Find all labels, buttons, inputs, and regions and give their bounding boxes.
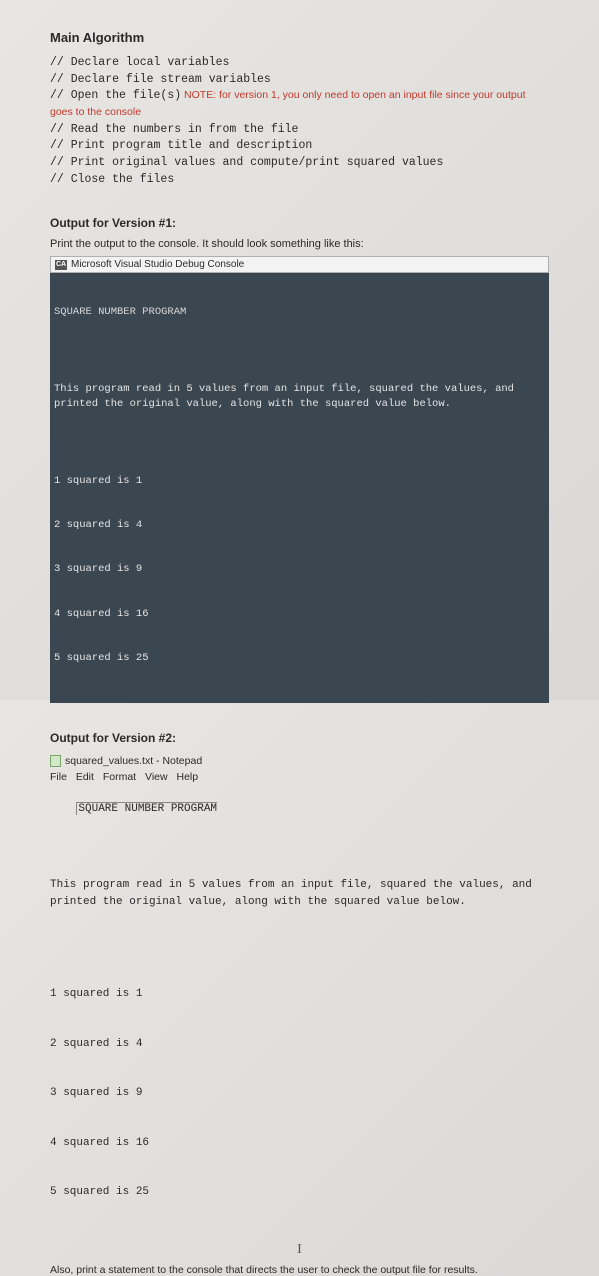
- comment-line: // Print original values and compute/pri…: [50, 155, 549, 172]
- output-line: 3 squared is 9: [50, 1085, 549, 1102]
- notepad-title: squared_values.txt - Notepad: [65, 755, 202, 767]
- v2-heading: Output for Version #2:: [50, 731, 549, 745]
- output-line: 4 squared is 16: [54, 607, 545, 622]
- output-line: 2 squared is 4: [54, 518, 545, 533]
- comment-line: // Print program title and description: [50, 138, 549, 155]
- notepad-icon: [50, 755, 61, 767]
- text-cursor: I: [50, 1242, 549, 1258]
- program-title: SQUARE NUMBER PROGRAM: [54, 305, 545, 320]
- output-line: 4 squared is 16: [50, 1135, 549, 1152]
- comment-line: // Close the files: [50, 172, 549, 189]
- algorithm-comments: // Declare local variables // Declare fi…: [50, 55, 549, 188]
- console-title: Microsoft Visual Studio Debug Console: [71, 259, 244, 270]
- console-titlebar: CA Microsoft Visual Studio Debug Console: [50, 256, 549, 273]
- console-output: SQUARE NUMBER PROGRAM This program read …: [50, 273, 549, 702]
- output-line: 1 squared is 1: [54, 474, 545, 489]
- comment-line: // Open the file(s) NOTE: for version 1,…: [50, 88, 549, 121]
- v1-heading: Output for Version #1:: [50, 216, 549, 230]
- main-heading: Main Algorithm: [50, 30, 549, 45]
- vs-icon: CA: [55, 260, 67, 270]
- output-line: 5 squared is 25: [50, 1184, 549, 1201]
- comment-line: // Declare file stream variables: [50, 72, 549, 89]
- program-title: SQUARE NUMBER PROGRAM: [76, 802, 217, 815]
- notepad-output: SQUARE NUMBER PROGRAM This program read …: [50, 785, 549, 1234]
- output-line: 2 squared is 4: [50, 1036, 549, 1053]
- output-line: 1 squared is 1: [50, 986, 549, 1003]
- notepad-menubar: File Edit Format View Help: [50, 771, 549, 783]
- v1-intro: Print the output to the console. It shou…: [50, 238, 549, 250]
- output-line: 3 squared is 9: [54, 562, 545, 577]
- program-description: This program read in 5 values from an in…: [54, 382, 545, 411]
- comment-line: // Declare local variables: [50, 55, 549, 72]
- comment-line: // Read the numbers in from the file: [50, 122, 549, 139]
- program-description: This program read in 5 values from an in…: [50, 877, 549, 910]
- output-line: 5 squared is 25: [54, 651, 545, 666]
- footer-note: Also, print a statement to the console t…: [50, 1264, 549, 1276]
- notepad-titlebar: squared_values.txt - Notepad: [50, 753, 549, 769]
